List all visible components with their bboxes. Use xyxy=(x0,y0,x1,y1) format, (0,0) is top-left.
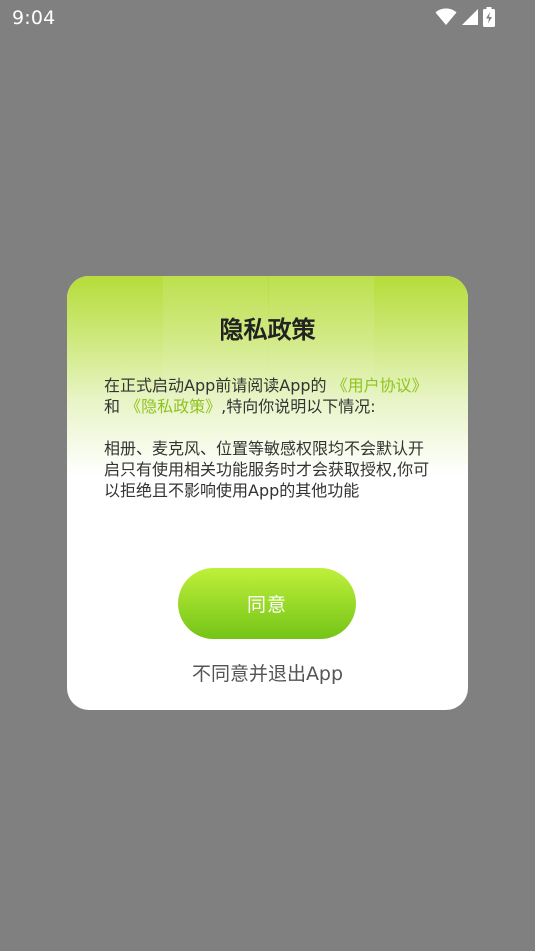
status-bar: 9:04 xyxy=(0,0,535,38)
privacy-policy-link[interactable]: 《隐私政策》 xyxy=(125,397,221,416)
intro-paragraph: 在正式启动App前请阅读App的 《用户协议》 和 《隐私政策》,特向你说明以下… xyxy=(104,375,430,417)
dialog-body: 在正式启动App前请阅读App的 《用户协议》 和 《隐私政策》,特向你说明以下… xyxy=(104,375,430,501)
status-time: 9:04 xyxy=(12,7,56,29)
battery-charging-icon xyxy=(483,7,495,27)
wifi-icon xyxy=(435,8,457,26)
status-icons xyxy=(435,7,495,27)
dialog-title: 隐私政策 xyxy=(219,316,316,344)
agree-button[interactable]: 同意 xyxy=(178,568,356,639)
user-agreement-link[interactable]: 《用户协议》 xyxy=(332,376,428,395)
disagree-exit-button[interactable]: 不同意并退出App xyxy=(67,659,468,686)
intro-prefix: 在正式启动App前请阅读App的 xyxy=(104,376,327,395)
permissions-paragraph: 相册、麦克风、位置等敏感权限均不会默认开启只有使用相关功能服务时才会获取授权,你… xyxy=(104,439,430,500)
connector-text: 和 xyxy=(104,397,121,416)
privacy-dialog: 隐私政策 在正式启动App前请阅读App的 《用户协议》 和 《隐私政策》,特向… xyxy=(67,276,468,710)
cellular-signal-icon xyxy=(461,8,479,26)
intro-suffix: ,特向你说明以下情况: xyxy=(221,397,376,416)
